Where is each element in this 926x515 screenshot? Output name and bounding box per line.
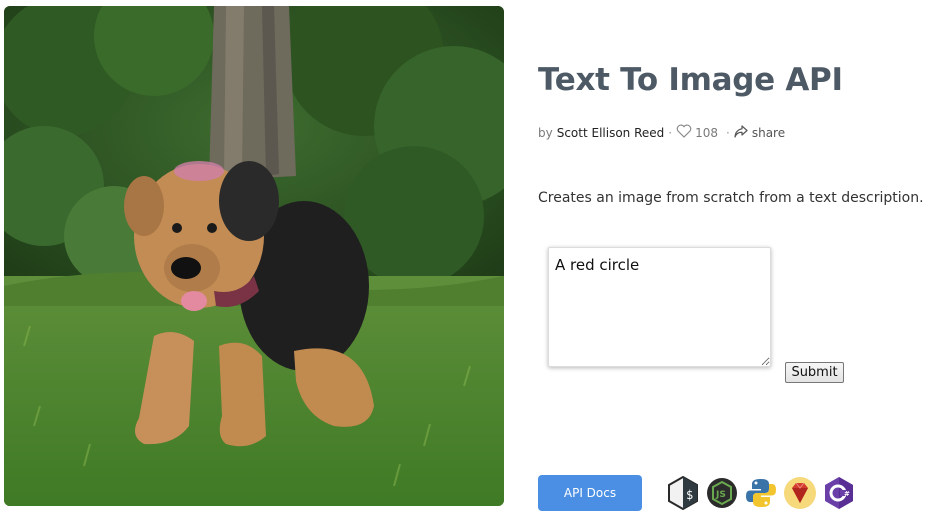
share-label: share xyxy=(751,125,786,140)
heart-icon xyxy=(676,124,692,141)
page-title: Text To Image API xyxy=(538,62,843,98)
submit-button[interactable]: Submit xyxy=(785,362,844,383)
language-icons: $ JS # xyxy=(666,476,861,510)
hero-image xyxy=(4,6,504,506)
share-icon xyxy=(734,124,752,141)
svg-text:JS: JS xyxy=(715,490,726,500)
prompt-input[interactable]: A red circle xyxy=(548,247,771,367)
page: Text To Image API by Scott Ellison Reed … xyxy=(0,0,926,515)
csharp-icon[interactable]: # xyxy=(822,476,856,510)
share-button[interactable]: share xyxy=(734,124,786,141)
nodejs-icon[interactable]: JS xyxy=(705,476,739,510)
svg-text:$: $ xyxy=(686,488,693,502)
dog-on-grass-image xyxy=(4,6,504,506)
bash-icon[interactable]: $ xyxy=(666,476,700,510)
api-description: Creates an image from scratch from a tex… xyxy=(538,190,924,206)
author-link[interactable]: Scott Ellison Reed xyxy=(557,126,665,140)
by-label: by xyxy=(538,125,553,140)
python-icon[interactable] xyxy=(744,476,778,510)
like-count: 108 xyxy=(695,125,719,140)
separator: · xyxy=(668,125,673,140)
like-button[interactable]: 108 xyxy=(676,124,718,141)
svg-text:#: # xyxy=(844,490,850,498)
separator: · xyxy=(726,125,730,140)
ruby-icon[interactable] xyxy=(783,476,817,510)
meta-line: by Scott Ellison Reed · 108 · share xyxy=(538,124,785,141)
api-docs-button[interactable]: API Docs xyxy=(538,475,642,511)
